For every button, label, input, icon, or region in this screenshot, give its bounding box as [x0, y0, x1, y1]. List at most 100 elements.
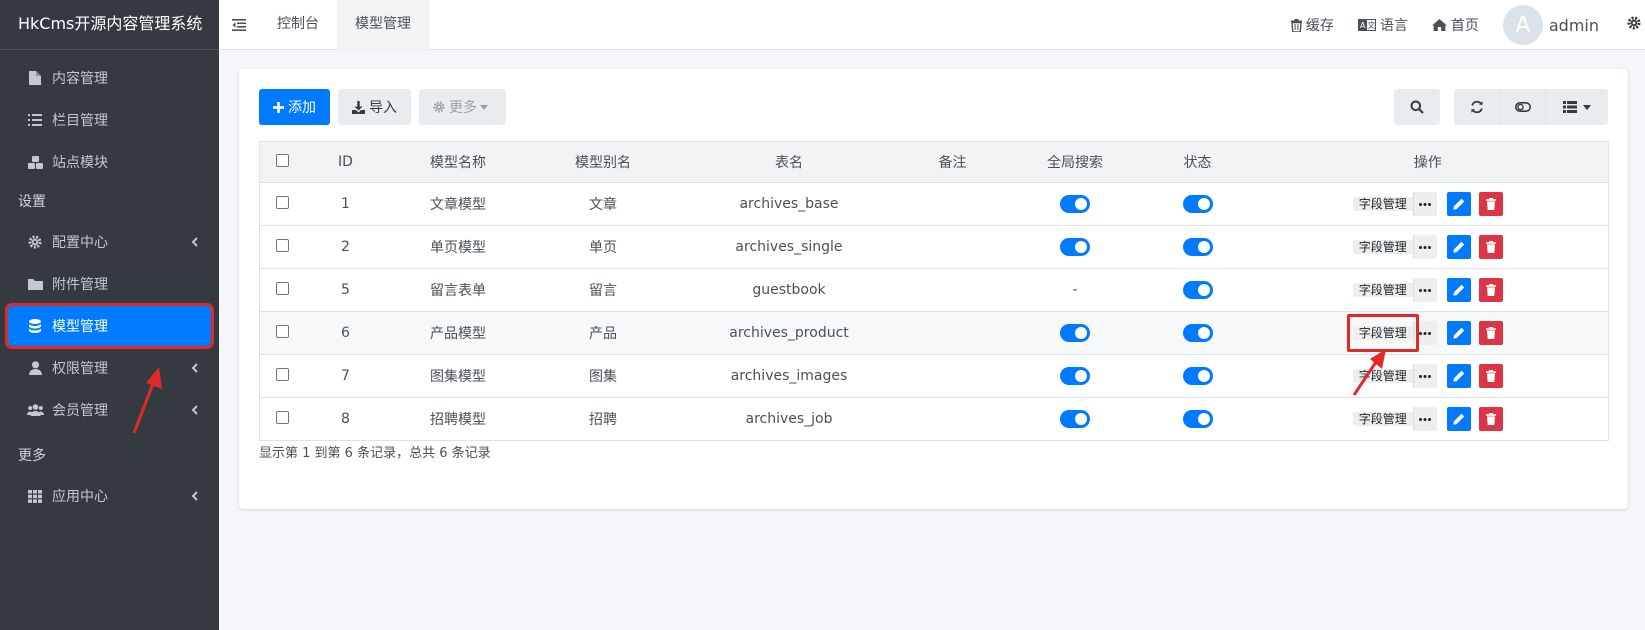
cache-button[interactable]: 缓存: [1290, 15, 1334, 35]
app-title[interactable]: HkCms开源内容管理系统: [0, 0, 219, 50]
row-checkbox[interactable]: [276, 324, 290, 338]
sidebar-item-label: 权限管理: [52, 361, 108, 377]
cell-model-alias: 图集: [530, 354, 676, 398]
refresh-button[interactable]: [1454, 89, 1500, 125]
edit-button[interactable]: [1446, 192, 1471, 216]
global-search-toggle[interactable]: [1060, 367, 1090, 385]
row-select-cell: [259, 311, 306, 355]
add-button[interactable]: 添加: [259, 89, 330, 125]
trash-icon: [1485, 198, 1496, 210]
language-button[interactable]: A文 语言: [1357, 15, 1408, 35]
cell-actions: 字段管理: [1247, 354, 1609, 398]
edit-button[interactable]: [1446, 407, 1471, 431]
toggle-view-button[interactable]: [1500, 89, 1546, 125]
status-toggle[interactable]: [1182, 238, 1213, 256]
more-label: 更多: [449, 100, 477, 116]
import-button[interactable]: 导入: [338, 89, 411, 125]
table-row: 5 留言表单 留言 guestbook - 字段管理: [259, 268, 1609, 312]
global-search-toggle[interactable]: [1060, 324, 1090, 342]
header-remark[interactable]: 备注: [902, 141, 1003, 183]
row-checkbox[interactable]: [276, 410, 290, 424]
delete-button[interactable]: [1478, 321, 1503, 345]
home-button[interactable]: 首页: [1431, 15, 1479, 35]
edit-button[interactable]: [1446, 364, 1471, 388]
user-name[interactable]: admin: [1549, 16, 1599, 35]
gear-icon: [433, 101, 445, 113]
header-actions: 操作: [1247, 141, 1609, 183]
row-checkbox[interactable]: [276, 367, 290, 381]
header-table-name[interactable]: 表名: [675, 141, 903, 183]
sidebar-item-permission[interactable]: 权限管理: [8, 348, 211, 388]
delete-button[interactable]: [1478, 278, 1503, 302]
cell-model-name: 文章模型: [385, 182, 531, 226]
sidebar-item-app-center[interactable]: 应用中心: [8, 476, 211, 516]
more-actions-button[interactable]: [1412, 235, 1437, 259]
header-status[interactable]: 状态: [1147, 141, 1248, 183]
tab-model-management[interactable]: 模型管理: [337, 0, 429, 50]
edit-button[interactable]: [1446, 278, 1471, 302]
edit-button[interactable]: [1446, 321, 1471, 345]
pencil-icon: [1453, 370, 1464, 382]
header-global-search[interactable]: 全局搜索: [1002, 141, 1148, 183]
global-search-toggle[interactable]: [1060, 410, 1090, 428]
avatar[interactable]: A: [1502, 5, 1543, 45]
language-label: 语言: [1379, 18, 1408, 34]
sidebar-item-content[interactable]: 内容管理: [8, 58, 211, 98]
cell-actions: 字段管理: [1247, 397, 1609, 441]
more-actions-button[interactable]: [1412, 278, 1437, 302]
caret-down-icon: [1583, 104, 1591, 110]
status-toggle[interactable]: [1182, 195, 1213, 213]
cell-table-name: archives_single: [675, 225, 903, 269]
status-toggle[interactable]: [1182, 281, 1213, 299]
field-manage-button[interactable]: 字段管理: [1352, 369, 1413, 383]
cell-status: [1147, 311, 1248, 355]
cell-model-name: 图集模型: [385, 354, 531, 398]
language-icon: A文: [1357, 19, 1376, 31]
row-checkbox[interactable]: [276, 238, 290, 252]
row-checkbox[interactable]: [276, 281, 290, 295]
field-manage-button[interactable]: 字段管理: [1352, 283, 1413, 297]
delete-button[interactable]: [1478, 235, 1503, 259]
columns-dropdown-button[interactable]: [1546, 89, 1608, 125]
cell-remark: [902, 182, 1003, 226]
tab-dashboard[interactable]: 控制台: [259, 0, 337, 50]
more-dropdown-button[interactable]: 更多: [419, 89, 506, 125]
more-actions-button[interactable]: [1412, 407, 1437, 431]
more-actions-button[interactable]: [1412, 321, 1437, 345]
sidebar-item-site-module[interactable]: 站点模块: [8, 142, 211, 182]
field-manage-button[interactable]: 字段管理: [1352, 240, 1413, 254]
row-select-cell: [259, 397, 306, 441]
more-actions-button[interactable]: [1412, 364, 1437, 388]
sidebar-item-member[interactable]: 会员管理: [8, 390, 211, 430]
search-button[interactable]: [1394, 89, 1440, 125]
select-all-checkbox[interactable]: [276, 153, 290, 167]
table-row: 1 文章模型 文章 archives_base 字段管理: [259, 182, 1609, 226]
model-list-card: 添加 导入 更多 ID 模型名称 模型别名 表名 备注 全局搜索 状态 操作 1…: [239, 69, 1628, 509]
header-id[interactable]: ID: [305, 141, 386, 183]
sidebar-item-model[interactable]: 模型管理: [5, 303, 214, 349]
menu-toggle-button[interactable]: [219, 0, 259, 50]
field-manage-button[interactable]: 字段管理: [1352, 197, 1413, 211]
delete-button[interactable]: [1478, 364, 1503, 388]
edit-button[interactable]: [1446, 235, 1471, 259]
sidebar-item-config[interactable]: 配置中心: [8, 222, 211, 262]
delete-button[interactable]: [1478, 192, 1503, 216]
gear-icon: [26, 234, 44, 250]
header-model-name[interactable]: 模型名称: [385, 141, 531, 183]
field-manage-button[interactable]: 字段管理: [1352, 412, 1413, 426]
delete-button[interactable]: [1478, 407, 1503, 431]
header-model-alias[interactable]: 模型别名: [530, 141, 676, 183]
status-toggle[interactable]: [1182, 367, 1213, 385]
cell-global-search: [1002, 354, 1148, 398]
global-search-toggle[interactable]: [1060, 238, 1090, 256]
settings-button[interactable]: [1627, 16, 1641, 34]
global-search-toggle[interactable]: [1060, 195, 1090, 213]
field-manage-button[interactable]: 字段管理: [1352, 326, 1413, 340]
status-toggle[interactable]: [1182, 324, 1213, 342]
sidebar-item-attachment[interactable]: 附件管理: [8, 264, 211, 304]
highlighted-field-manage: 字段管理: [1346, 314, 1419, 352]
more-actions-button[interactable]: [1412, 192, 1437, 216]
row-checkbox[interactable]: [276, 195, 290, 209]
status-toggle[interactable]: [1182, 410, 1213, 428]
sidebar-item-category[interactable]: 栏目管理: [8, 100, 211, 140]
